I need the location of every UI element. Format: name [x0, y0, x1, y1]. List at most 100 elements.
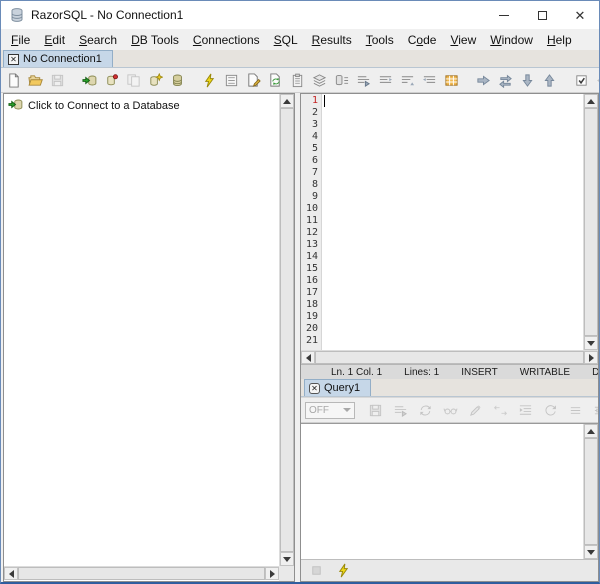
menu-item-db-tools[interactable]: DB Tools	[124, 31, 186, 49]
menu-item-tools[interactable]: Tools	[359, 31, 401, 49]
line-number-gutter: 1 2 3 4 5 6 7 8 9 10 11 12 13 14 15 16 17 18 19 20 21	[301, 94, 322, 350]
line-number: 3	[311, 119, 318, 130]
line-number: 9	[311, 191, 318, 202]
connect-database-icon	[8, 97, 23, 115]
menu-item-edit[interactable]: Edit	[37, 31, 72, 49]
title-bar: RazorSQL - No Connection1 ✕	[1, 1, 599, 29]
align-left-icon[interactable]	[419, 70, 440, 91]
tab-label: No Connection1	[23, 53, 102, 65]
add-connection-icon[interactable]	[145, 70, 166, 91]
tab-label: Query1	[324, 382, 361, 394]
maximize-button[interactable]	[523, 1, 561, 29]
clipboard-icon[interactable]	[287, 70, 308, 91]
disconnect-database-icon[interactable]	[101, 70, 122, 91]
menu-item-code[interactable]: Code	[401, 31, 444, 49]
new-file-icon[interactable]	[3, 70, 24, 91]
execute-sql-icon[interactable]	[199, 70, 220, 91]
describe-table-icon[interactable]	[221, 70, 242, 91]
scroll-down-button[interactable]	[584, 336, 598, 350]
horizontal-lines-icon	[565, 400, 586, 421]
scrollbar-thumb[interactable]	[18, 567, 265, 580]
tab-close-icon[interactable]: ✕	[8, 53, 19, 65]
menu-item-connections[interactable]: Connections	[186, 31, 267, 49]
layers-icon[interactable]	[309, 70, 330, 91]
toolbar-separator	[561, 71, 570, 89]
scrollbar-thumb[interactable]	[280, 108, 294, 552]
connection-tab-bar: ✕ No Connection1	[1, 50, 599, 68]
menu-bar: File Edit Search DB Tools Connections SQL Resu…	[1, 29, 599, 50]
editor-panel: 1 2 3 4 5 6 7 8 9 10 11 12 13 14 15 16 17 18 19 20 21 Ln. 1 …	[300, 93, 599, 582]
chevron-down-icon	[343, 408, 351, 412]
scrollbar-thumb[interactable]	[315, 351, 584, 364]
status-delimiter: Delimiter: ;	[592, 367, 598, 378]
close-button[interactable]: ✕	[561, 1, 599, 29]
menu-item-sql[interactable]: SQL	[267, 31, 305, 49]
editor-status-bar: Ln. 1 Col. 1 Lines: 1 INSERT WRITABLE De…	[301, 364, 598, 379]
format-sql-icon[interactable]	[353, 70, 374, 91]
menu-item-help[interactable]: Help	[540, 31, 579, 49]
scrollbar-corner	[279, 566, 294, 581]
save-icon	[365, 400, 386, 421]
database-objects-icon[interactable]	[331, 70, 352, 91]
line-number: 20	[305, 323, 318, 334]
status-insert-mode: INSERT	[461, 366, 498, 378]
left-horizontal-scrollbar[interactable]	[4, 566, 279, 580]
swap-statements-icon[interactable]	[495, 70, 516, 91]
line-number: 10	[305, 203, 318, 214]
tab-close-icon[interactable]: ✕	[309, 382, 320, 394]
scrollbar-thumb[interactable]	[584, 438, 598, 545]
copy-connection-icon	[123, 70, 144, 91]
tab-query1[interactable]: ✕ Query1	[304, 379, 372, 396]
table-edit-icon[interactable]	[441, 70, 462, 91]
connections-tree: Click to Connect to a Database	[4, 94, 279, 566]
go-forward-icon[interactable]	[473, 70, 494, 91]
query-editor-textarea[interactable]	[301, 424, 583, 559]
scroll-down-button[interactable]	[584, 545, 598, 559]
connect-database-item[interactable]: Click to Connect to a Database	[4, 94, 279, 118]
scroll-left-button[interactable]	[4, 567, 18, 580]
export-document-icon[interactable]	[243, 70, 264, 91]
tab-no-connection1[interactable]: ✕ No Connection1	[3, 50, 113, 67]
query-vertical-scrollbar[interactable]	[583, 424, 598, 559]
save-icon	[47, 70, 68, 91]
left-vertical-scrollbar[interactable]	[279, 94, 294, 566]
menu-item-search[interactable]: Search	[72, 31, 124, 49]
status-cursor-position: Ln. 1 Col. 1	[331, 366, 383, 378]
editor-vertical-scrollbar[interactable]	[583, 94, 598, 350]
query-bottom-bar	[301, 559, 598, 581]
scroll-left-button[interactable]	[301, 351, 315, 364]
app-icon	[11, 8, 23, 22]
align-right-icon[interactable]	[375, 70, 396, 91]
scroll-up-button[interactable]	[584, 94, 598, 108]
sql-editor-textarea[interactable]	[322, 94, 583, 350]
line-number: 18	[305, 299, 318, 310]
scroll-up-button[interactable]	[584, 424, 598, 438]
menu-item-results[interactable]: Results	[305, 31, 359, 49]
menu-item-view[interactable]: View	[443, 31, 483, 49]
editor-horizontal-scrollbar[interactable]	[301, 350, 598, 364]
scroll-down-button[interactable]	[280, 552, 294, 566]
minimize-icon	[499, 14, 509, 16]
connect-database-icon[interactable]	[79, 70, 100, 91]
go-up-icon[interactable]	[539, 70, 560, 91]
go-down-icon[interactable]	[517, 70, 538, 91]
align-top-icon[interactable]	[397, 70, 418, 91]
query-editor	[301, 423, 598, 559]
menu-item-window[interactable]: Window	[483, 31, 540, 49]
database-icon[interactable]	[167, 70, 188, 91]
minimize-button[interactable]	[485, 1, 523, 29]
find-glasses-icon	[440, 400, 461, 421]
line-number: 6	[311, 155, 318, 166]
select-check-icon[interactable]	[571, 70, 592, 91]
format-sql-icon	[390, 400, 411, 421]
scroll-right-button[interactable]	[265, 567, 279, 580]
menu-item-file[interactable]: File	[4, 31, 37, 49]
line-number: 5	[311, 143, 318, 154]
query-toolbar: OFF	[301, 397, 598, 423]
refresh-document-icon[interactable]	[265, 70, 286, 91]
execute-sql-icon[interactable]	[334, 561, 353, 580]
scroll-up-button[interactable]	[280, 94, 294, 108]
scrollbar-thumb[interactable]	[584, 108, 598, 336]
open-file-icon[interactable]	[25, 70, 46, 91]
scroll-right-button[interactable]	[584, 351, 598, 364]
